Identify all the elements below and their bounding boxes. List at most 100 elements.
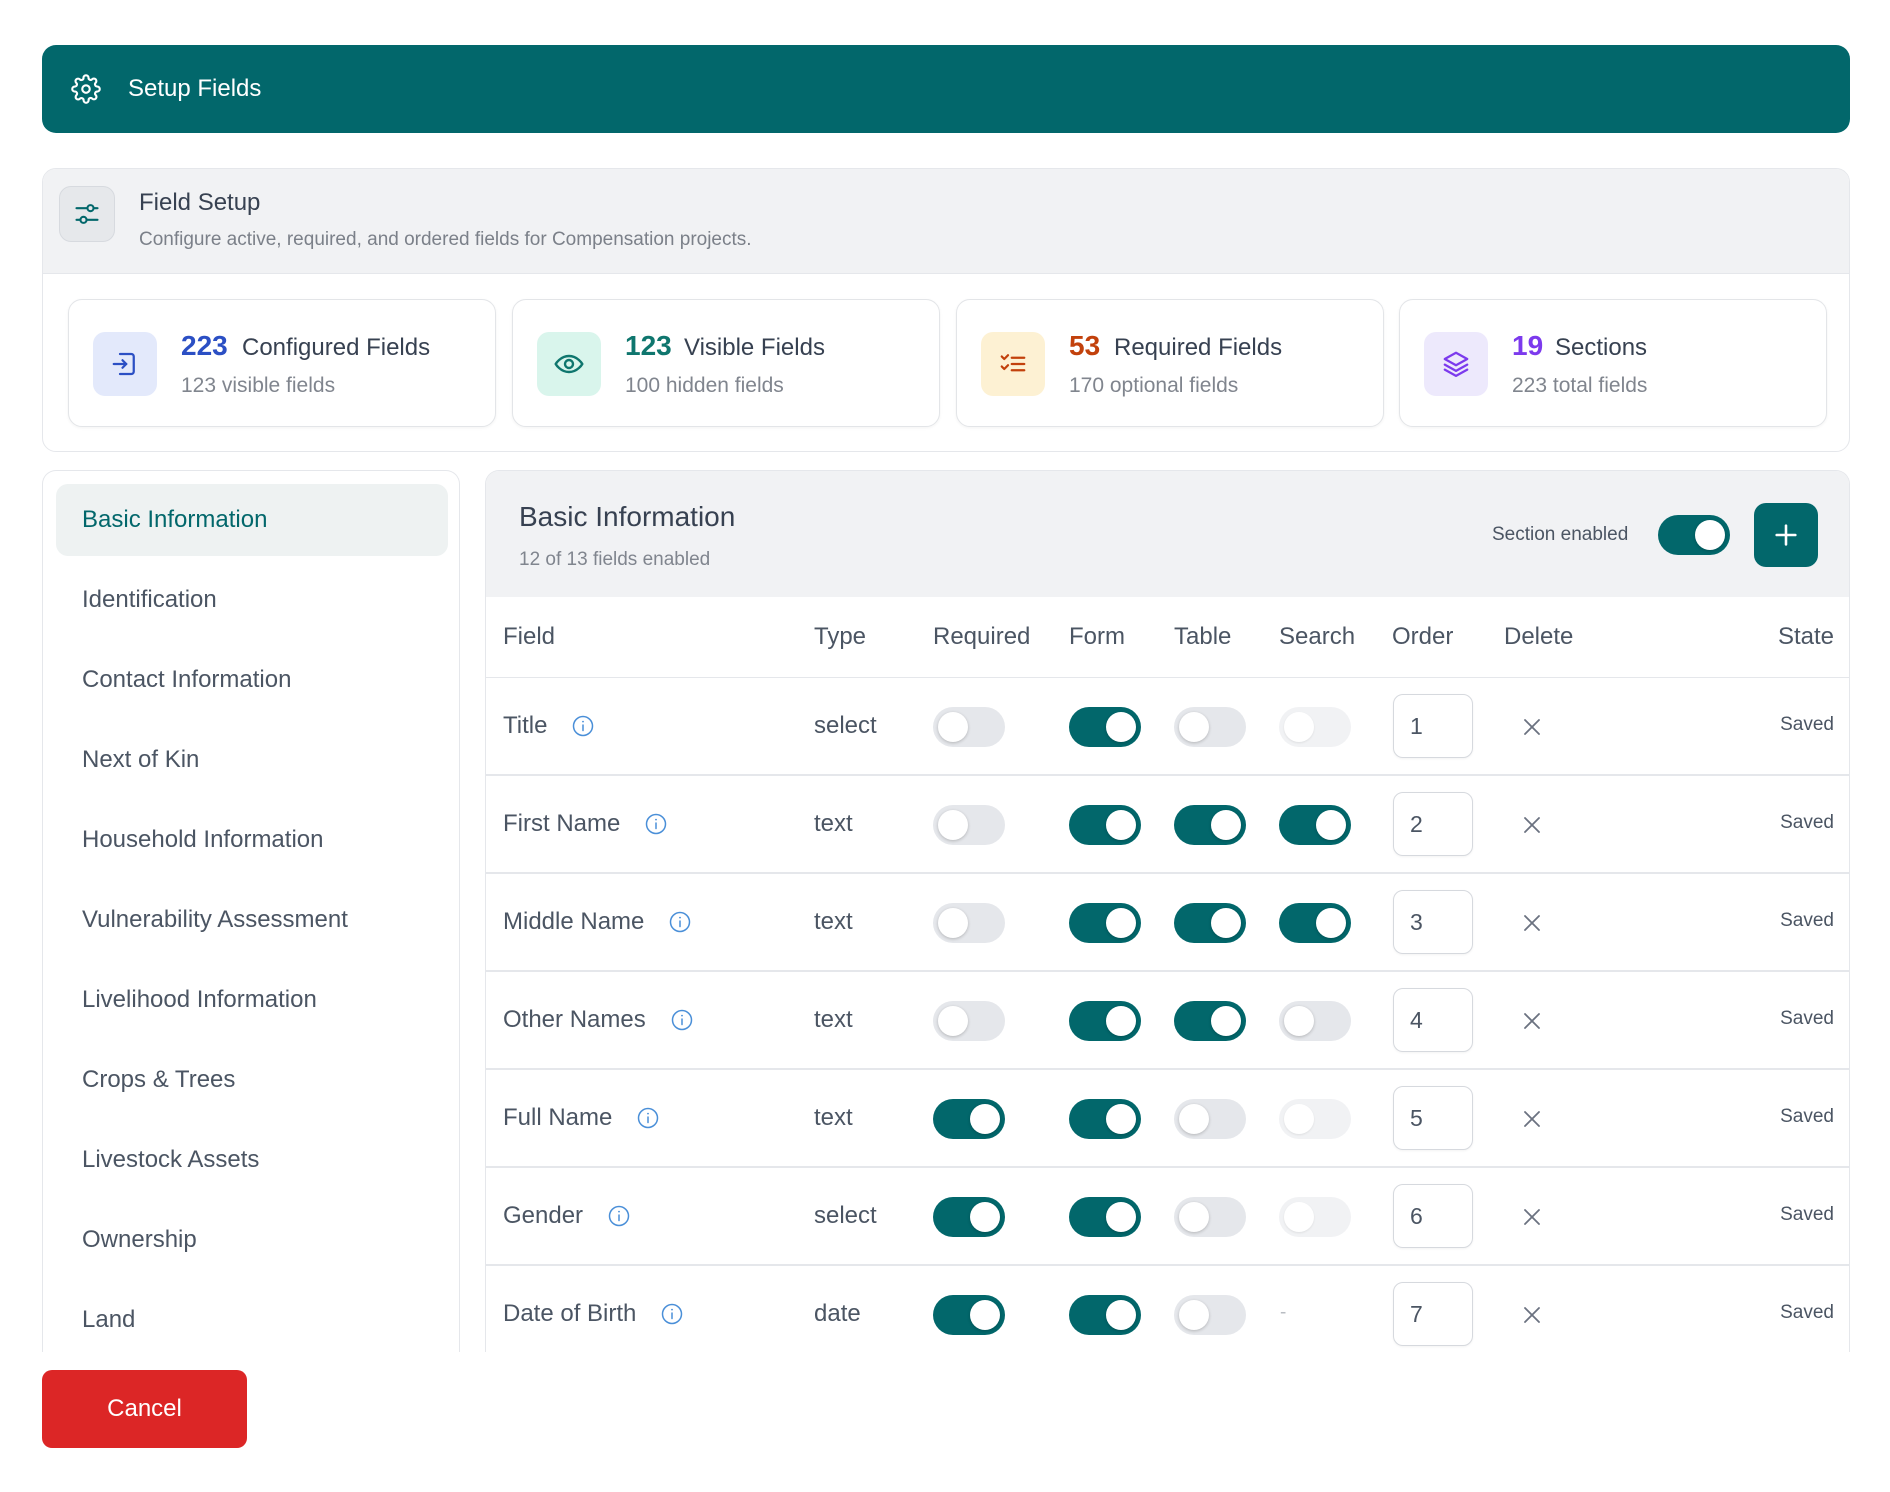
gear-icon (70, 73, 102, 105)
form-toggle[interactable] (1069, 1197, 1141, 1237)
sidebar-item-household-information[interactable]: Household Information (56, 804, 448, 876)
order-input[interactable] (1393, 694, 1473, 758)
search-unavailable: - (1280, 1302, 1287, 1323)
sidebar-item-contact-information[interactable]: Contact Information (56, 644, 448, 716)
stat-label: Sections (1555, 334, 1648, 361)
column-header-type: Type (814, 623, 867, 650)
form-toggle[interactable] (1069, 1001, 1141, 1041)
delete-field-button[interactable] (1520, 911, 1544, 935)
header-bar: Setup Fields (42, 45, 1850, 133)
sidebar-item-land[interactable]: Land (56, 1284, 448, 1352)
table-toggle[interactable] (1174, 707, 1246, 747)
required-toggle[interactable] (933, 1197, 1005, 1237)
search-toggle[interactable] (1279, 1001, 1351, 1041)
stat-sub: 123 visible fields (181, 374, 336, 397)
required-toggle[interactable] (933, 805, 1005, 845)
field-name: Full Name (503, 1104, 613, 1131)
delete-field-button[interactable] (1520, 813, 1544, 837)
order-input[interactable] (1393, 1184, 1473, 1248)
form-toggle[interactable] (1069, 805, 1141, 845)
search-toggle (1279, 1197, 1351, 1237)
close-icon (1520, 817, 1544, 840)
table-row: Title select Saved (486, 678, 1849, 776)
required-toggle[interactable] (933, 903, 1005, 943)
field-type: text (814, 908, 853, 935)
add-field-button[interactable] (1754, 503, 1818, 567)
sidebar-item-vulnerability-assessment[interactable]: Vulnerability Assessment (56, 884, 448, 956)
section-fields-panel: Basic Information 12 of 13 fields enable… (485, 470, 1850, 1352)
table-toggle[interactable] (1174, 1197, 1246, 1237)
sidebar-item-livestock-assets[interactable]: Livestock Assets (56, 1124, 448, 1196)
info-icon[interactable] (607, 1204, 631, 1228)
form-toggle[interactable] (1069, 1295, 1141, 1335)
field-name: Middle Name (503, 908, 645, 935)
sidebar-item-livelihood-information[interactable]: Livelihood Information (56, 964, 448, 1036)
plus-icon (1775, 524, 1797, 546)
sidebar-item-identification[interactable]: Identification (56, 564, 448, 636)
field-state: Saved (1780, 1302, 1834, 1323)
sidebar-item-crops-trees[interactable]: Crops & Trees (56, 1044, 448, 1116)
form-toggle[interactable] (1069, 707, 1141, 747)
section-sidebar: Basic Information Identification Contact… (42, 470, 460, 1352)
section-enabled-toggle[interactable] (1658, 515, 1730, 555)
field-setup-subtitle: Configure active, required, and ordered … (139, 229, 752, 250)
info-icon[interactable] (660, 1302, 684, 1326)
field-name-cell: First Name (503, 810, 668, 838)
order-input[interactable] (1393, 792, 1473, 856)
delete-field-button[interactable] (1520, 1107, 1544, 1131)
info-icon[interactable] (644, 812, 668, 836)
info-icon[interactable] (668, 910, 692, 934)
required-toggle[interactable] (933, 1295, 1005, 1335)
sidebar-item-ownership[interactable]: Ownership (56, 1204, 448, 1276)
form-toggle[interactable] (1069, 903, 1141, 943)
field-setup-header: Field Setup Configure active, required, … (43, 169, 1849, 274)
table-toggle[interactable] (1174, 1295, 1246, 1335)
field-name-cell: Gender (503, 1202, 631, 1230)
checklist-icon (981, 332, 1045, 396)
section-subtitle: 12 of 13 fields enabled (519, 549, 711, 570)
table-toggle[interactable] (1174, 805, 1246, 845)
sidebar-item-next-of-kin[interactable]: Next of Kin (56, 724, 448, 796)
required-toggle[interactable] (933, 1099, 1005, 1139)
order-input[interactable] (1393, 1282, 1473, 1346)
column-header-state: State (1777, 623, 1834, 650)
sidebar-item-basic-information[interactable]: Basic Information (56, 484, 448, 556)
delete-field-button[interactable] (1520, 1009, 1544, 1033)
order-input[interactable] (1393, 890, 1473, 954)
info-icon[interactable] (571, 714, 595, 738)
field-setup-panel: Field Setup Configure active, required, … (42, 168, 1850, 452)
field-type: select (814, 712, 877, 739)
stat-card-visible: 123 Visible Fields 100 hidden fields (512, 299, 940, 427)
field-state: Saved (1780, 1106, 1834, 1127)
field-type: text (814, 1006, 853, 1033)
table-toggle[interactable] (1174, 1099, 1246, 1139)
column-header-order: Order (1392, 623, 1454, 650)
table-toggle[interactable] (1174, 903, 1246, 943)
stat-label: Visible Fields (684, 334, 825, 361)
field-setup-title: Field Setup (139, 189, 261, 216)
field-type: text (814, 810, 853, 837)
page-title: Setup Fields (128, 75, 262, 102)
delete-field-button[interactable] (1520, 715, 1544, 739)
field-name-cell: Middle Name (503, 908, 692, 936)
field-name: Other Names (503, 1006, 646, 1033)
stat-label: Required Fields (1114, 334, 1283, 361)
field-name: First Name (503, 810, 621, 837)
stat-number: 53 (1069, 330, 1101, 361)
cancel-button[interactable]: Cancel (42, 1370, 247, 1448)
form-toggle[interactable] (1069, 1099, 1141, 1139)
stat-label: Configured Fields (242, 334, 431, 361)
search-toggle[interactable] (1279, 903, 1351, 943)
table-toggle[interactable] (1174, 1001, 1246, 1041)
delete-field-button[interactable] (1520, 1303, 1544, 1327)
required-toggle[interactable] (933, 1001, 1005, 1041)
stat-sub: 170 optional fields (1069, 374, 1239, 397)
info-icon[interactable] (636, 1106, 660, 1130)
close-icon (1520, 1307, 1544, 1330)
order-input[interactable] (1393, 1086, 1473, 1150)
order-input[interactable] (1393, 988, 1473, 1052)
search-toggle[interactable] (1279, 805, 1351, 845)
required-toggle[interactable] (933, 707, 1005, 747)
info-icon[interactable] (670, 1008, 694, 1032)
delete-field-button[interactable] (1520, 1205, 1544, 1229)
